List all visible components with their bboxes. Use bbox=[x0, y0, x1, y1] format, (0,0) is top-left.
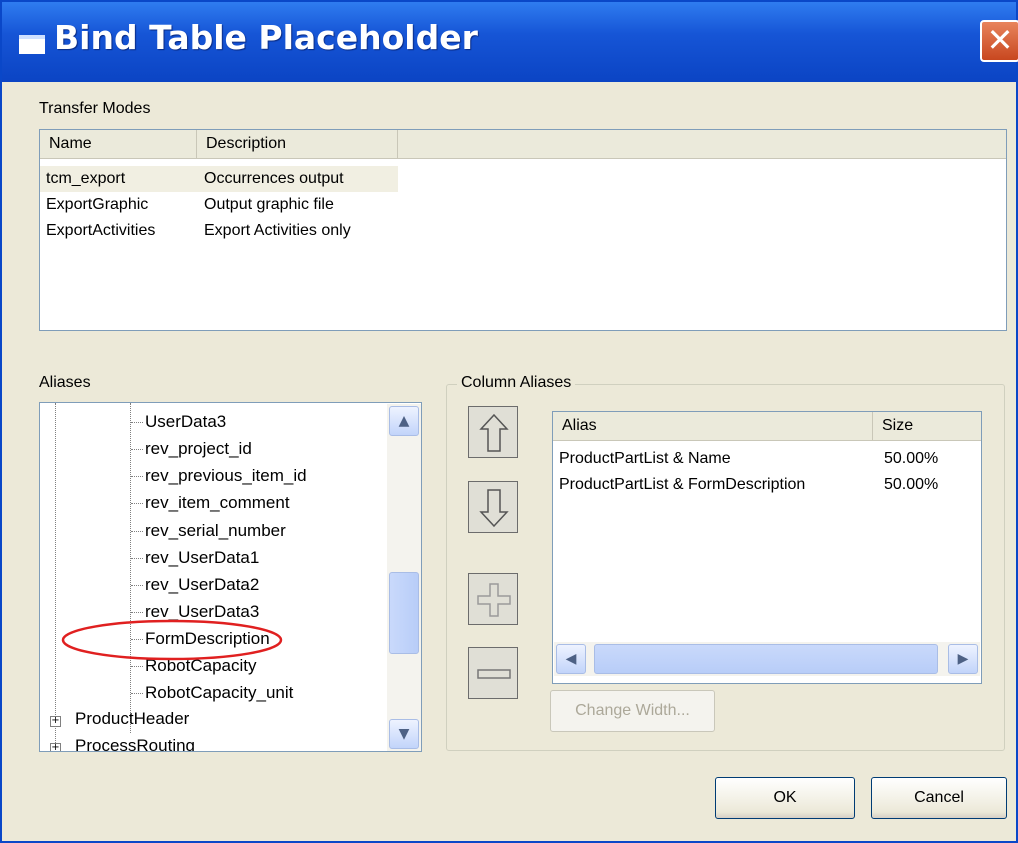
table-row[interactable]: ExportActivities Export Activities only bbox=[40, 218, 398, 244]
aliases-label: Aliases bbox=[39, 374, 91, 391]
transfer-modes-label: Transfer Modes bbox=[39, 100, 151, 117]
highlight-ellipse bbox=[61, 619, 283, 661]
table-row[interactable]: tcm_export Occurrences output bbox=[40, 166, 398, 192]
aliases-tree[interactable]: UserData3 rev_project_id rev_previous_it… bbox=[39, 402, 422, 752]
scroll-up-button[interactable]: ▲ bbox=[389, 406, 419, 436]
tree-item[interactable]: rev_item_comment bbox=[145, 493, 290, 513]
arrow-down-icon bbox=[479, 489, 509, 528]
tree-item[interactable]: RobotCapacity_unit bbox=[145, 683, 293, 703]
move-down-button[interactable] bbox=[468, 481, 518, 533]
scroll-left-button[interactable]: ◀ bbox=[556, 644, 586, 674]
scroll-thumb[interactable] bbox=[594, 644, 938, 674]
tree-guide-line bbox=[130, 403, 131, 733]
tree-connector bbox=[131, 449, 143, 450]
expand-icon[interactable]: + bbox=[50, 716, 61, 727]
title-bar[interactable]: Bind Table Placeholder ✕ bbox=[2, 2, 1018, 82]
size-cell: 50.00% bbox=[884, 476, 939, 493]
column-aliases-label: Column Aliases bbox=[457, 374, 576, 392]
table-row[interactable]: ExportGraphic Output graphic file bbox=[40, 192, 398, 218]
tree-connector bbox=[131, 558, 143, 559]
aliases-scrollbar[interactable]: ▲ ▼ bbox=[387, 404, 421, 751]
tree-guide-line bbox=[55, 403, 56, 751]
column-header-name[interactable]: Name bbox=[40, 130, 197, 159]
alias-cell: ProductPartList & Name bbox=[559, 450, 731, 467]
ok-button[interactable]: OK bbox=[715, 777, 855, 819]
remove-button[interactable] bbox=[468, 647, 518, 699]
cancel-button[interactable]: Cancel bbox=[871, 777, 1007, 819]
add-button[interactable] bbox=[468, 573, 518, 625]
arrow-up-icon bbox=[479, 413, 509, 452]
tree-connector bbox=[131, 531, 143, 532]
tree-connector bbox=[131, 422, 143, 423]
transfer-mode-description: Output graphic file bbox=[204, 196, 334, 213]
close-button[interactable]: ✕ bbox=[980, 20, 1018, 62]
column-header-empty bbox=[398, 130, 1006, 159]
transfer-mode-description: Export Activities only bbox=[204, 222, 351, 239]
bind-table-placeholder-dialog: Bind Table Placeholder ✕ Transfer Modes … bbox=[0, 0, 1018, 843]
tree-item[interactable]: rev_project_id bbox=[145, 439, 252, 459]
change-width-button[interactable]: Change Width... bbox=[550, 690, 715, 732]
tree-node-processrouting[interactable]: ProcessRouting bbox=[75, 736, 195, 751]
tree-connector bbox=[131, 612, 143, 613]
tree-connector bbox=[131, 503, 143, 504]
tree-connector bbox=[131, 476, 143, 477]
tree-connector bbox=[131, 693, 143, 694]
plus-icon bbox=[477, 583, 511, 617]
table-row[interactable]: ProductPartList & FormDescription 50.00% bbox=[553, 472, 981, 498]
scroll-thumb[interactable] bbox=[389, 572, 419, 654]
expand-icon[interactable]: + bbox=[50, 743, 61, 751]
transfer-mode-name: ExportGraphic bbox=[46, 196, 149, 213]
table-row[interactable]: ProductPartList & Name 50.00% bbox=[553, 446, 981, 472]
alias-cell: ProductPartList & FormDescription bbox=[559, 476, 806, 493]
tree-connector bbox=[131, 666, 143, 667]
transfer-mode-description: Occurrences output bbox=[204, 170, 344, 187]
window-icon bbox=[19, 35, 45, 54]
tree-node-productheader[interactable]: ProductHeader bbox=[75, 709, 189, 729]
column-aliases-hscrollbar[interactable]: ◀ ▶ bbox=[554, 642, 980, 676]
tree-item[interactable]: rev_UserData1 bbox=[145, 548, 259, 568]
minus-icon bbox=[477, 669, 511, 679]
column-header-description[interactable]: Description bbox=[197, 130, 398, 159]
scroll-down-button[interactable]: ▼ bbox=[389, 719, 419, 749]
transfer-mode-name: tcm_export bbox=[46, 170, 126, 187]
size-cell: 50.00% bbox=[884, 450, 939, 467]
tree-item[interactable]: rev_serial_number bbox=[145, 521, 286, 541]
window-title: Bind Table Placeholder bbox=[54, 18, 478, 57]
column-header-alias[interactable]: Alias bbox=[553, 412, 873, 441]
scroll-right-button[interactable]: ▶ bbox=[948, 644, 978, 674]
tree-item[interactable]: UserData3 bbox=[145, 412, 226, 432]
transfer-modes-list[interactable]: Name Description tcm_export Occurrences … bbox=[39, 129, 1007, 331]
tree-connector bbox=[131, 585, 143, 586]
tree-item[interactable]: rev_previous_item_id bbox=[145, 466, 307, 486]
column-header-size[interactable]: Size bbox=[873, 412, 981, 441]
tree-item[interactable]: rev_UserData2 bbox=[145, 575, 259, 595]
move-up-button[interactable] bbox=[468, 406, 518, 458]
transfer-mode-name: ExportActivities bbox=[46, 222, 156, 239]
